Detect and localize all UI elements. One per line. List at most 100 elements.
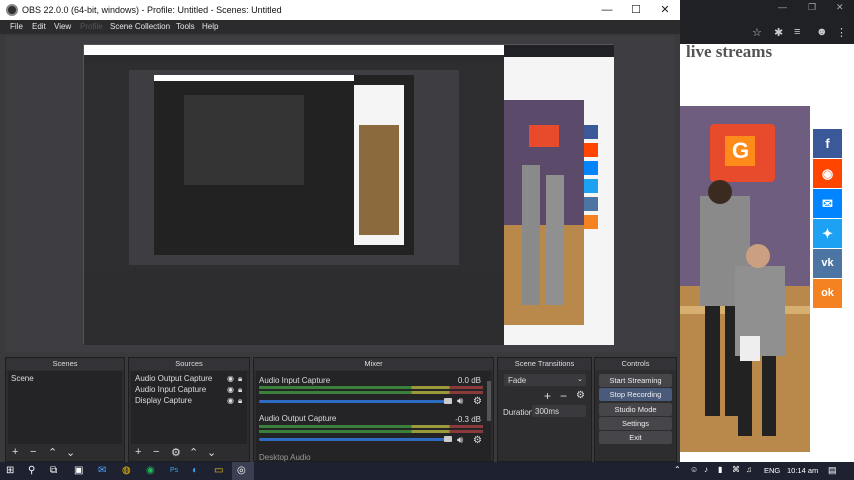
add-source-icon[interactable]: + (135, 446, 141, 458)
eye-icon[interactable]: ◉ (227, 385, 234, 394)
remove-source-icon[interactable]: − (153, 446, 159, 458)
clock[interactable]: 10:14 am (787, 466, 818, 475)
minimize-button[interactable]: — (592, 2, 622, 18)
volume-icon[interactable]: ♫ (746, 465, 752, 474)
scenes-dock-title: Scenes (6, 358, 124, 370)
add-scene-icon[interactable]: + (12, 446, 18, 458)
gear-icon[interactable]: ⚙ (171, 446, 181, 459)
language-indicator[interactable]: ENG (764, 466, 780, 475)
start-streaming-button[interactable]: Start Streaming (599, 374, 672, 387)
obs-window: OBS 22.0.0 (64-bit, windows) - Profile: … (0, 0, 680, 462)
menu-view[interactable]: View (54, 22, 71, 31)
list-item[interactable]: Audio Input Capture (135, 385, 206, 394)
star-icon[interactable]: ☆ (752, 26, 762, 39)
scrollbar[interactable] (487, 381, 491, 421)
spotify-icon[interactable]: ◉ (146, 465, 155, 476)
playlist-icon[interactable]: ≡ (794, 26, 800, 38)
search-icon[interactable]: ⚲ (28, 465, 35, 476)
file-explorer-icon[interactable]: ▭ (214, 465, 223, 476)
close-button[interactable]: ✕ (650, 2, 680, 18)
edge-icon[interactable]: ◐ (192, 465, 198, 476)
mixer-dock-title: Mixer (254, 358, 493, 370)
duration-field[interactable]: 300ms (532, 405, 586, 417)
exit-button[interactable]: Exit (599, 431, 672, 444)
channel-db: -0.3 dB (455, 415, 481, 424)
messenger-icon[interactable]: ✉ (813, 189, 842, 218)
profile-icon[interactable]: ☻ (816, 26, 828, 38)
battery-icon[interactable]: ▮ (718, 465, 722, 474)
channel-name: Audio Output Capture (259, 414, 337, 423)
web-page: live streams G f ◉ ✉ ✦ vk ok (680, 42, 854, 462)
basketball-photo: G (680, 106, 810, 452)
studio-mode-button[interactable]: Studio Mode (599, 403, 672, 416)
windows-start-icon[interactable]: ⊞ (6, 465, 14, 476)
obs-taskbar-button[interactable]: ◎ (232, 462, 254, 480)
nested-screen-image (84, 45, 614, 345)
chevron-up-icon[interactable]: ⌃ (674, 465, 681, 474)
minimize-icon[interactable]: — (778, 2, 787, 12)
facebook-icon[interactable]: f (813, 129, 842, 158)
add-transition-icon[interactable]: + (544, 389, 551, 403)
lock-icon[interactable]: 🔒︎ (238, 396, 242, 406)
microphone-icon[interactable]: ♪ (704, 465, 708, 474)
gear-icon[interactable]: ⚙ (576, 390, 585, 401)
maximize-button[interactable]: ☐ (621, 2, 651, 18)
twitter-icon[interactable]: ✦ (813, 219, 842, 248)
controls-dock-title: Controls (595, 358, 676, 370)
preview-display-capture (83, 44, 614, 345)
menu-edit[interactable]: Edit (32, 22, 46, 31)
menu-scene-collection[interactable]: Scene Collection (110, 22, 170, 31)
list-item[interactable]: Scene (11, 374, 34, 383)
move-down-icon[interactable]: ⌄ (66, 446, 75, 459)
menu-icon[interactable]: ⋮ (836, 26, 847, 39)
close-icon[interactable]: ✕ (836, 2, 844, 13)
transition-select[interactable]: Fade ⌄ (504, 374, 586, 386)
volume-slider[interactable] (259, 400, 449, 403)
odnoklassniki-icon[interactable]: ok (813, 279, 842, 308)
list-item[interactable]: Audio Output Capture (135, 374, 212, 383)
speaker-icon[interactable]: 🔊︎ (457, 435, 463, 446)
person-icon[interactable]: ☺ (690, 465, 698, 474)
move-up-icon[interactable]: ⌃ (189, 446, 198, 459)
volume-slider[interactable] (259, 438, 449, 441)
speaker-icon[interactable]: 🔊︎ (457, 396, 463, 407)
slider-handle[interactable] (444, 398, 452, 404)
remove-scene-icon[interactable]: − (30, 446, 36, 458)
move-up-icon[interactable]: ⌃ (48, 446, 57, 459)
menu-help[interactable]: Help (202, 22, 218, 31)
chrome-icon[interactable]: ◍ (122, 465, 131, 476)
slider-handle[interactable] (444, 436, 452, 442)
menu-tools[interactable]: Tools (176, 22, 195, 31)
store-icon[interactable]: ▣ (74, 465, 83, 476)
menu-file[interactable]: File (10, 22, 23, 31)
extensions-icon[interactable]: ✱ (774, 26, 783, 39)
eye-icon[interactable]: ◉ (227, 374, 234, 383)
chevron-down-icon: ⌄ (577, 376, 583, 383)
eye-icon[interactable]: ◉ (227, 396, 234, 405)
mail-icon[interactable]: ✉ (98, 465, 106, 476)
scenes-toolbar: + − ⌃ ⌄ (6, 445, 124, 461)
mixer-dock: Mixer Audio Input Capture 0.0 dB 🔊︎ ⚙ Au… (253, 357, 494, 462)
gear-icon[interactable]: ⚙ (473, 396, 482, 407)
list-item[interactable]: Display Capture (135, 396, 192, 405)
vk-icon[interactable]: vk (813, 249, 842, 278)
lock-icon[interactable]: 🔒︎ (238, 374, 242, 384)
title-bar: OBS 22.0.0 (64-bit, windows) - Profile: … (0, 0, 680, 20)
notifications-icon[interactable]: ▤ (828, 465, 837, 476)
lock-icon[interactable]: 🔒︎ (238, 385, 242, 395)
duration-label: Duration (503, 408, 534, 417)
gear-icon[interactable]: ⚙ (473, 435, 482, 446)
remove-transition-icon[interactable]: − (560, 389, 567, 403)
network-icon[interactable]: ⌘ (732, 465, 740, 474)
settings-button[interactable]: Settings (599, 417, 672, 430)
stop-recording-button[interactable]: Stop Recording (599, 388, 672, 401)
task-view-icon[interactable]: ⧉ (50, 465, 57, 476)
photoshop-icon[interactable]: Ps (170, 467, 178, 474)
reddit-icon[interactable]: ◉ (813, 159, 842, 188)
move-down-icon[interactable]: ⌄ (207, 446, 216, 459)
preview-canvas[interactable] (5, 36, 675, 352)
restore-icon[interactable]: ❐ (808, 2, 816, 13)
transitions-dock-title: Scene Transitions (498, 358, 591, 370)
menu-profile[interactable]: Profile (80, 22, 103, 31)
browser-toolbar: — ❐ ✕ ☆ ✱ ≡ ☻ ⋮ (680, 0, 854, 44)
